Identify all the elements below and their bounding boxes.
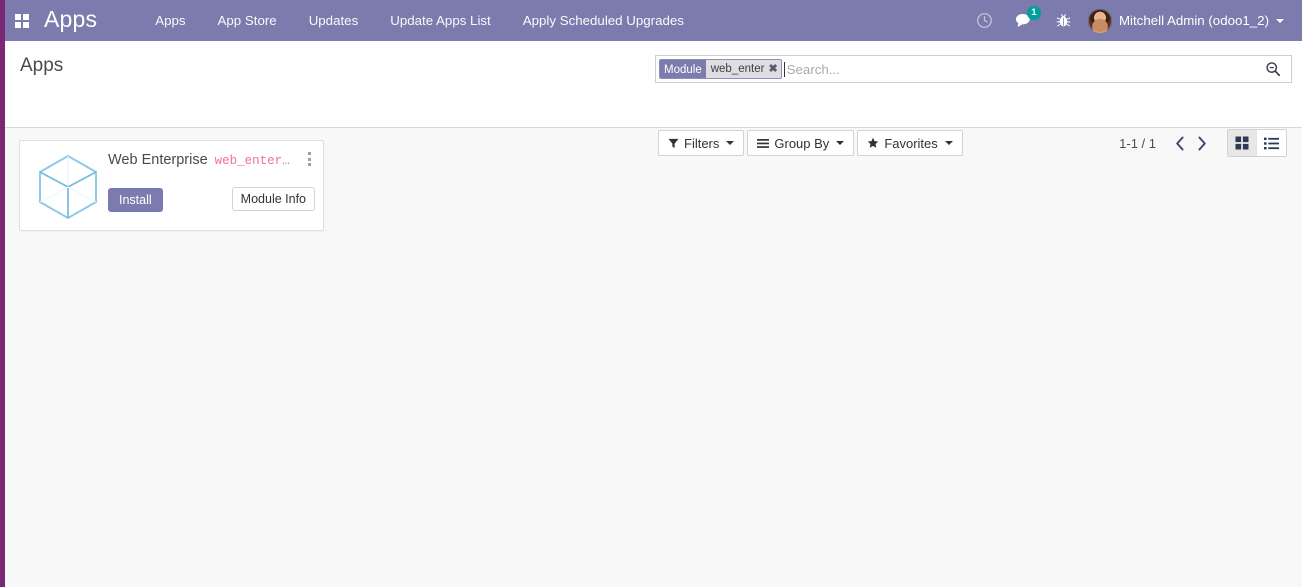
filters-label: Filters bbox=[684, 136, 719, 151]
search-facet-module[interactable]: Module web_enter ✖ bbox=[659, 59, 782, 79]
facet-remove-icon[interactable]: ✖ bbox=[768, 59, 777, 79]
view-switcher-kanban-button[interactable] bbox=[1228, 130, 1257, 156]
activities-menu-button[interactable] bbox=[965, 0, 1004, 41]
page-title: Apps bbox=[20, 55, 63, 77]
search-facet-value: web_enter ✖ bbox=[706, 60, 781, 78]
left-edge-strip bbox=[0, 0, 5, 587]
navbar-menu: Apps App Store Updates Update Apps List … bbox=[139, 0, 700, 41]
apps-menu-toggle-button[interactable] bbox=[0, 0, 38, 41]
favorites-label: Favorites bbox=[884, 136, 937, 151]
pager-next-button[interactable] bbox=[1191, 130, 1213, 156]
search-facet-value-text: web_enter bbox=[711, 59, 765, 79]
search-options: Filters Group By bbox=[658, 130, 966, 156]
kanban-grid-icon bbox=[1235, 136, 1249, 150]
grid-apps-icon bbox=[15, 14, 29, 28]
control-panel-right: 1-1 / 1 bbox=[1119, 129, 1287, 157]
group-by-dropdown-button[interactable]: Group By bbox=[747, 130, 854, 156]
search-input[interactable]: Search... bbox=[783, 56, 1255, 82]
pager-previous-button[interactable] bbox=[1169, 130, 1191, 156]
hamburger-lines-icon bbox=[757, 138, 769, 149]
funnel-icon bbox=[668, 138, 679, 149]
view-switcher bbox=[1227, 129, 1287, 157]
user-name-label: Mitchell Admin (odoo1_2) bbox=[1119, 13, 1269, 28]
clock-icon bbox=[976, 12, 993, 29]
nav-item-apps[interactable]: Apps bbox=[139, 0, 201, 41]
bug-icon bbox=[1056, 12, 1071, 29]
kanban-view: Web Enterprise web_enterpr... Install Mo… bbox=[5, 128, 1302, 587]
chevron-down-icon bbox=[836, 141, 844, 145]
group-by-label: Group By bbox=[774, 136, 829, 151]
module-cube-icon bbox=[37, 154, 99, 220]
search-placeholder-label: Search... bbox=[785, 62, 840, 77]
module-technical-name: web_enterpr... bbox=[215, 154, 297, 168]
debug-menu-button[interactable] bbox=[1045, 0, 1082, 41]
pager-value: 1-1 / 1 bbox=[1119, 136, 1156, 151]
card-title-row: Web Enterprise web_enterpr... bbox=[108, 152, 297, 168]
list-view-icon bbox=[1264, 137, 1279, 150]
chevron-right-icon bbox=[1197, 136, 1207, 151]
messaging-menu-button[interactable]: 1 bbox=[1004, 0, 1045, 41]
messaging-counter-badge: 1 bbox=[1027, 6, 1041, 20]
search-submit-button[interactable] bbox=[1255, 61, 1287, 77]
module-icon-wrapper bbox=[34, 153, 102, 221]
nav-item-apply-scheduled-upgrades[interactable]: Apply Scheduled Upgrades bbox=[507, 0, 700, 41]
chevron-left-icon bbox=[1175, 136, 1185, 151]
kanban-card-web-enterprise[interactable]: Web Enterprise web_enterpr... Install Mo… bbox=[19, 140, 324, 231]
search-view[interactable]: Module web_enter ✖ Search... bbox=[655, 55, 1292, 83]
navbar-brand[interactable]: Apps bbox=[38, 6, 97, 35]
magnifier-icon bbox=[1265, 61, 1281, 77]
install-button[interactable]: Install bbox=[108, 188, 163, 212]
star-icon bbox=[867, 137, 879, 149]
top-navbar: Apps Apps App Store Updates Update Apps … bbox=[0, 0, 1302, 41]
kebab-menu-icon[interactable] bbox=[302, 150, 316, 168]
nav-item-app-store[interactable]: App Store bbox=[202, 0, 293, 41]
chevron-down-icon bbox=[726, 141, 734, 145]
chevron-down-icon bbox=[945, 141, 953, 145]
user-avatar bbox=[1088, 9, 1112, 33]
odoo-apps-page: Apps Apps App Store Updates Update Apps … bbox=[0, 0, 1302, 587]
module-info-button[interactable]: Module Info bbox=[232, 187, 315, 211]
view-switcher-list-button[interactable] bbox=[1257, 130, 1286, 156]
navbar-systray: 1 Mitchell Adm bbox=[965, 0, 1302, 41]
nav-item-updates[interactable]: Updates bbox=[293, 0, 375, 41]
favorites-dropdown-button[interactable]: Favorites bbox=[857, 130, 962, 156]
user-menu-button[interactable]: Mitchell Admin (odoo1_2) bbox=[1082, 0, 1292, 41]
search-facet-label: Module bbox=[660, 60, 706, 78]
control-panel: Apps Module web_enter ✖ Search... bbox=[5, 41, 1302, 128]
filters-dropdown-button[interactable]: Filters bbox=[658, 130, 744, 156]
module-display-name: Web Enterprise bbox=[108, 152, 208, 168]
nav-item-update-apps-list[interactable]: Update Apps List bbox=[374, 0, 507, 41]
chevron-down-icon bbox=[1276, 19, 1284, 23]
